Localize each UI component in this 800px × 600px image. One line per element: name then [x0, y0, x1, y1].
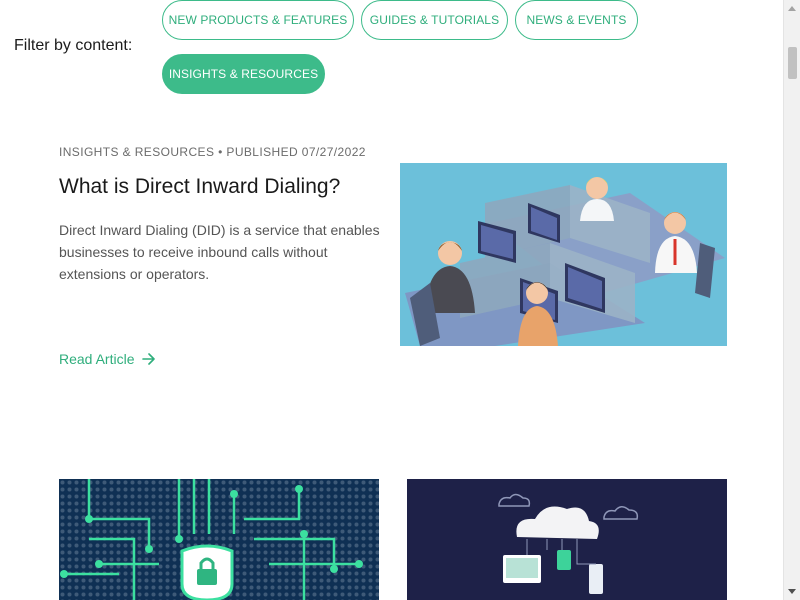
- cloud-devices-illustration[interactable]: [407, 479, 727, 600]
- scrollbar-thumb[interactable]: [788, 47, 797, 79]
- filter-chip-new-products[interactable]: NEW PRODUCTS & FEATURES: [162, 0, 354, 40]
- scroll-down-icon[interactable]: [788, 589, 796, 594]
- filter-chip-guides[interactable]: GUIDES & TUTORIALS: [361, 0, 508, 40]
- filter-chip-insights[interactable]: INSIGHTS & RESOURCES: [162, 54, 325, 94]
- filter-chip-news[interactable]: NEWS & EVENTS: [515, 0, 638, 40]
- read-article-label: Read Article: [59, 351, 135, 367]
- security-lock-circuit-illustration[interactable]: [59, 479, 379, 600]
- call-center-illustration[interactable]: [400, 163, 727, 346]
- arrow-right-icon: [142, 353, 156, 365]
- article-title[interactable]: What is Direct Inward Dialing?: [59, 175, 340, 199]
- scroll-up-icon[interactable]: [788, 6, 796, 11]
- page: Filter by content: NEW PRODUCTS & FEATUR…: [0, 0, 783, 600]
- read-article-link[interactable]: Read Article: [59, 351, 156, 367]
- article-meta: INSIGHTS & RESOURCES • PUBLISHED 07/27/2…: [59, 145, 366, 159]
- filter-label: Filter by content:: [14, 37, 133, 54]
- article-excerpt: Direct Inward Dialing (DID) is a service…: [59, 222, 380, 282]
- vertical-scrollbar[interactable]: [783, 0, 800, 600]
